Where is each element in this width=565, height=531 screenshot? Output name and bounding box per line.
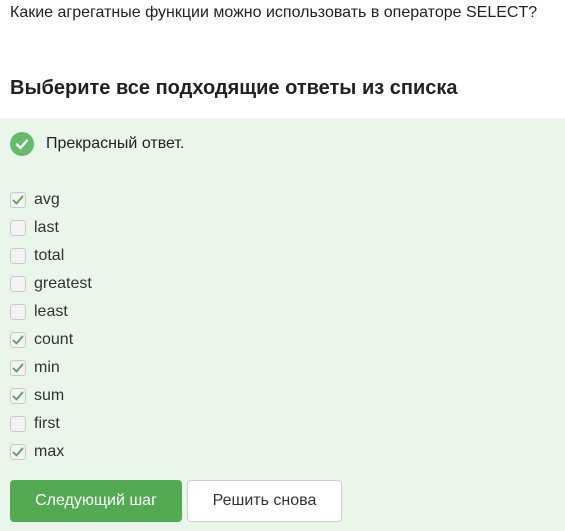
option-max[interactable]: max bbox=[10, 442, 64, 462]
checkbox-checked[interactable] bbox=[10, 332, 26, 348]
retry-button[interactable]: Решить снова bbox=[187, 480, 342, 522]
option-label: max bbox=[34, 443, 65, 460]
option-label: min bbox=[34, 359, 60, 376]
checkbox-checked[interactable] bbox=[10, 360, 26, 376]
option-label: first bbox=[34, 415, 60, 432]
feedback-message: Прекрасный ответ. bbox=[10, 132, 184, 156]
option-greatest[interactable]: greatest bbox=[10, 274, 92, 294]
option-sum[interactable]: sum bbox=[10, 386, 64, 406]
checkbox-checked[interactable] bbox=[10, 388, 26, 404]
option-label: avg bbox=[34, 191, 60, 208]
option-total[interactable]: total bbox=[10, 246, 64, 266]
option-min[interactable]: min bbox=[10, 358, 60, 378]
checkmark-icon bbox=[12, 363, 24, 373]
option-least[interactable]: least bbox=[10, 302, 68, 322]
option-label: greatest bbox=[34, 275, 92, 292]
checkbox-checked[interactable] bbox=[10, 444, 26, 460]
feedback-text: Прекрасный ответ. bbox=[46, 135, 185, 152]
checkbox[interactable] bbox=[10, 276, 26, 292]
checkmark-icon bbox=[12, 391, 24, 401]
instructions-heading: Выберите все подходящие ответы из списка bbox=[10, 77, 458, 99]
option-label: total bbox=[34, 247, 65, 264]
checkbox-checked[interactable] bbox=[10, 192, 26, 208]
checkbox[interactable] bbox=[10, 220, 26, 236]
option-avg[interactable]: avg bbox=[10, 190, 60, 210]
checkmark-icon bbox=[12, 195, 24, 205]
option-count[interactable]: count bbox=[10, 330, 73, 350]
option-last[interactable]: last bbox=[10, 218, 59, 238]
option-first[interactable]: first bbox=[10, 414, 60, 434]
checkmark-icon bbox=[12, 447, 24, 457]
checkmark-icon bbox=[12, 335, 24, 345]
option-label: count bbox=[34, 331, 74, 348]
next-step-button[interactable]: Следующий шаг bbox=[10, 480, 182, 522]
option-label: sum bbox=[34, 387, 65, 404]
question-text: Какие агрегатные функции можно использов… bbox=[10, 4, 538, 21]
option-label: last bbox=[34, 219, 59, 236]
quiz-step: Какие агрегатные функции можно использов… bbox=[0, 0, 565, 531]
result-panel: Прекрасный ответ. avg last total greates… bbox=[0, 118, 565, 531]
checkbox[interactable] bbox=[10, 416, 26, 432]
checkbox[interactable] bbox=[10, 304, 26, 320]
check-circle-icon bbox=[10, 132, 34, 156]
checkbox[interactable] bbox=[10, 248, 26, 264]
option-label: least bbox=[34, 303, 68, 320]
